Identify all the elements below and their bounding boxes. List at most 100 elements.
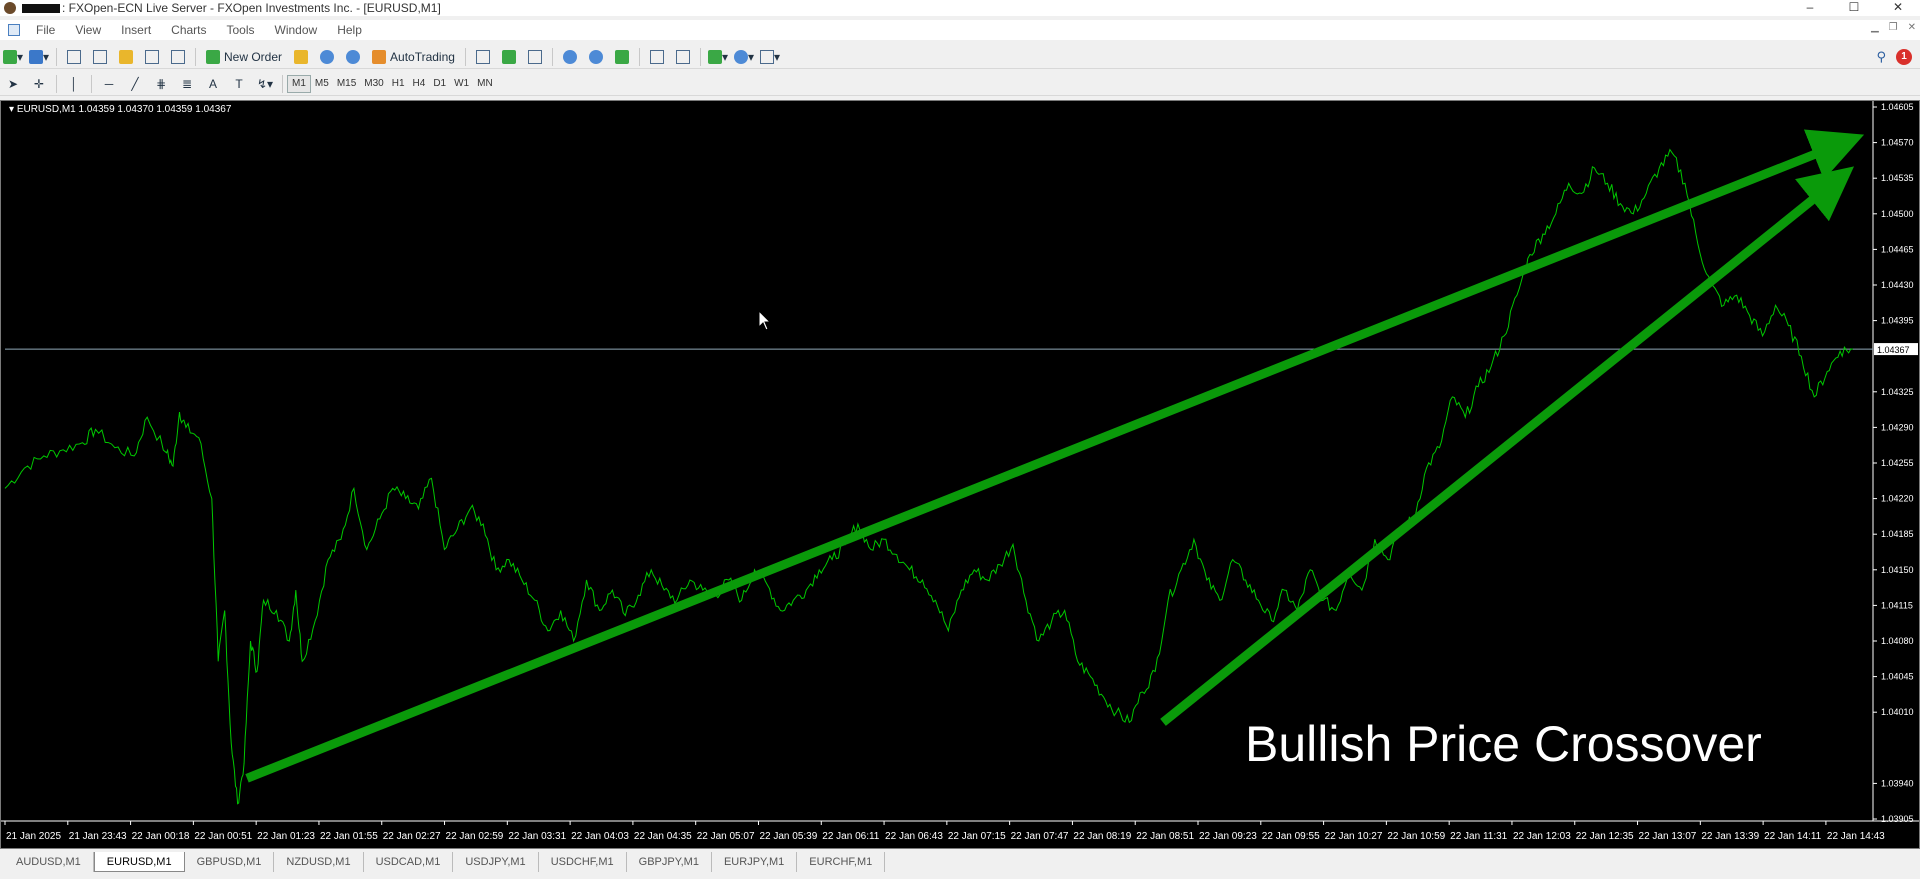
maximize-button[interactable]: ☐ (1832, 0, 1876, 16)
notification-badge[interactable]: 1 (1896, 48, 1912, 65)
templates-button[interactable]: ▾ (759, 47, 781, 67)
close-button[interactable]: ✕ (1876, 0, 1920, 16)
tab-nzdusd[interactable]: NZDUSD,M1 (274, 852, 364, 872)
menu-tools[interactable]: Tools (217, 23, 265, 37)
auto-scroll-button[interactable] (646, 47, 668, 67)
profiles-button[interactable]: ▾ (28, 47, 50, 67)
x-tick-label: 22 Jan 06:43 (885, 831, 943, 842)
chart-shift-icon (675, 49, 690, 64)
new-order-button[interactable]: New Order (202, 47, 286, 67)
mdi-close-icon[interactable]: ✕ (1908, 22, 1916, 33)
timeframe-h4[interactable]: H4 (409, 75, 430, 93)
tab-eurjpy[interactable]: EURJPY,M1 (712, 852, 798, 872)
y-tick-label: 1.03905 (1881, 814, 1914, 824)
timeframe-m1[interactable]: M1 (287, 74, 311, 93)
y-tick-label: 1.04080 (1881, 636, 1914, 646)
timeframe-d1[interactable]: D1 (429, 75, 450, 93)
y-tick-label: 1.04430 (1881, 280, 1914, 290)
crosshair-tool[interactable]: ✛ (28, 74, 50, 94)
menu-charts[interactable]: Charts (161, 23, 216, 37)
chart-ohlc-values: EURUSD,M1 1.04359 1.04370 1.04359 1.0436… (16, 104, 232, 115)
current-price-label: 1.04367 (1877, 345, 1910, 355)
vps-button[interactable] (342, 47, 364, 67)
menu-insert[interactable]: Insert (111, 23, 161, 37)
indicators-button[interactable]: ▾ (707, 47, 729, 67)
tab-gbpjpy[interactable]: GBPJPY,M1 (627, 852, 712, 872)
menu-bar: File View Insert Charts Tools Window Hel… (0, 20, 1920, 40)
text-label-tool[interactable]: T (228, 74, 250, 94)
separator (282, 74, 283, 93)
zoom-in-icon (562, 49, 577, 64)
tab-usdchf[interactable]: USDCHF,M1 (539, 852, 627, 872)
chart-annotation-text: Bullish Price Crossover (1245, 716, 1762, 772)
zoom-out-button[interactable] (585, 47, 607, 67)
zoom-in-button[interactable] (559, 47, 581, 67)
cursor-tool[interactable]: ➤ (2, 74, 24, 94)
candlestick-button[interactable] (498, 47, 520, 67)
timeframe-m15[interactable]: M15 (333, 75, 360, 93)
search-icon[interactable]: ⚲ (1876, 49, 1886, 65)
metaeditor-button[interactable] (290, 47, 312, 67)
x-tick-label: 21 Jan 23:43 (69, 831, 127, 842)
mdi-minimize-icon[interactable]: ▁ (1871, 22, 1879, 33)
trend-arrow-long (245, 129, 1865, 783)
timeframe-m30[interactable]: M30 (360, 75, 387, 93)
y-tick-label: 1.04255 (1881, 458, 1914, 468)
y-tick-label: 1.04605 (1881, 102, 1914, 112)
menu-file[interactable]: File (26, 23, 65, 37)
text-tool[interactable]: A (202, 74, 224, 94)
tester-button[interactable] (167, 47, 189, 67)
tab-usdjpy[interactable]: USDJPY,M1 (453, 852, 539, 872)
y-tick-label: 1.04185 (1881, 529, 1914, 539)
tile-windows-button[interactable] (611, 47, 633, 67)
timeframe-m5[interactable]: M5 (311, 75, 333, 93)
x-tick-label: 22 Jan 08:19 (1073, 831, 1131, 842)
market-watch-icon (67, 49, 81, 64)
arrows-tool[interactable]: ↯▾ (254, 74, 276, 94)
menu-window[interactable]: Window (265, 23, 328, 37)
indicators-icon (707, 49, 722, 64)
bar-chart-button[interactable] (472, 47, 494, 67)
x-tick-label: 22 Jan 09:55 (1262, 831, 1320, 842)
x-tick-label: 22 Jan 11:31 (1450, 831, 1508, 842)
data-window-button[interactable] (89, 47, 111, 67)
x-tick-label: 22 Jan 05:07 (697, 831, 755, 842)
chart-canvas[interactable]: 1.04605 1.04570 1.04535 1.04500 1.04465 1.044… (1, 101, 1919, 848)
horizontal-line-tool[interactable]: ─ (98, 74, 120, 94)
vertical-line-tool[interactable]: │ (63, 74, 85, 94)
tab-usdcad[interactable]: USDCAD,M1 (364, 852, 454, 872)
x-tick-label: 22 Jan 14:11 (1764, 831, 1822, 842)
autotrading-label: AutoTrading (390, 49, 455, 64)
tab-gbpusd[interactable]: GBPUSD,M1 (185, 852, 275, 872)
minimize-button[interactable]: – (1788, 0, 1832, 16)
y-tick-label: 1.04290 (1881, 422, 1914, 432)
fibonacci-tool[interactable]: ≣ (176, 74, 198, 94)
autotrading-button[interactable]: AutoTrading (368, 47, 459, 67)
y-tick-label: 1.04045 (1881, 672, 1914, 682)
price-chart[interactable]: 1.04605 1.04570 1.04535 1.04500 1.04465 1.044… (0, 100, 1920, 849)
timeframe-w1[interactable]: W1 (450, 75, 473, 93)
menu-help[interactable]: Help (327, 23, 372, 37)
signals-button[interactable] (316, 47, 338, 67)
timeframe-mn[interactable]: MN (473, 75, 497, 93)
terminal-button[interactable] (141, 47, 163, 67)
x-tick-label: 22 Jan 05:39 (759, 831, 817, 842)
mdi-restore-icon[interactable]: ❐ (1889, 22, 1898, 33)
tab-eurusd[interactable]: EURUSD,M1 (93, 852, 185, 872)
navigator-button[interactable] (115, 47, 137, 67)
chart-shift-button[interactable] (672, 47, 694, 67)
periods-button[interactable]: ▾ (733, 47, 755, 67)
market-watch-button[interactable] (63, 47, 85, 67)
trendline-tool[interactable]: ╱ (124, 74, 146, 94)
line-chart-button[interactable] (524, 47, 546, 67)
menu-view[interactable]: View (65, 23, 111, 37)
x-tick-label: 22 Jan 00:18 (132, 831, 190, 842)
mouse-cursor-icon (758, 309, 772, 331)
new-chart-button[interactable]: ▾ (2, 47, 24, 67)
tab-audusd[interactable]: AUDUSD,M1 (4, 852, 94, 872)
profiles-icon (28, 49, 43, 64)
channel-tool[interactable]: ⋕ (150, 74, 172, 94)
timeframe-h1[interactable]: H1 (388, 75, 409, 93)
vps-icon (346, 49, 361, 64)
tab-eurchf[interactable]: EURCHF,M1 (797, 852, 886, 872)
